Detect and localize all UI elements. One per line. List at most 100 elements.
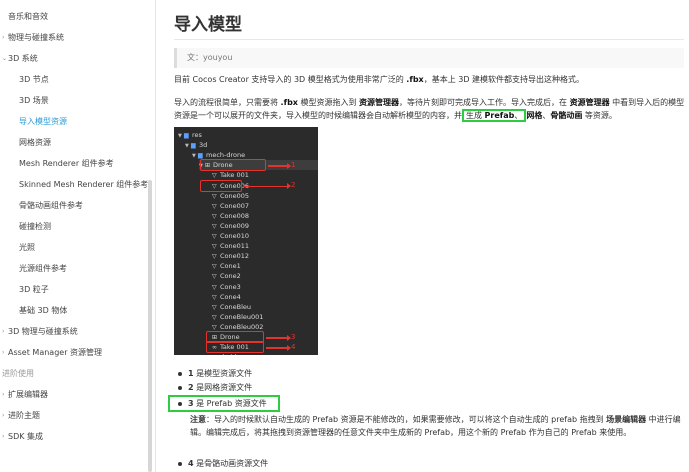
asset-tree-row: ▽ Cone010 (206, 231, 318, 241)
sidebar-item: 进阶使用 (0, 365, 150, 383)
sidebar: 音乐和音效 › 物理与碰撞系统 ⌄ 3D 系统 3D 节点 3D 场景导入模型资源网格资源 M… (0, 0, 156, 472)
asset-name: Cone4 (220, 292, 241, 301)
sidebar-item[interactable]: 光照 (0, 239, 150, 257)
sidebar-item-label: 3D 节点 (19, 75, 49, 84)
bullet-dot-icon (178, 385, 182, 390)
mesh-term: 网格 (526, 111, 543, 120)
callout-arrow-icon (244, 183, 291, 189)
sidebar-item[interactable]: 3D 场景 (0, 92, 150, 110)
sidebar-item[interactable]: Skinned Mesh Renderer 组件参考 (0, 176, 150, 194)
asset-tree-screenshot: ▼ ▆ res ▼ ▆ 3d ▼ ▆ mech-drone ▼ ⊞ Drone ▽ Take 001 ▽ Co… (174, 127, 318, 355)
sidebar-item-label: 物理与碰撞系统 (8, 33, 64, 42)
note-label: 注意 (190, 415, 206, 424)
asset-name: ConeBleu (220, 302, 252, 311)
fbx-format: .fbx (280, 98, 298, 107)
sidebar-item-label: SDK 集成 (8, 432, 44, 441)
sidebar-item-label: 碰撞检测 (19, 222, 51, 231)
sidebar-item[interactable]: › 进阶主题 (0, 407, 150, 425)
sidebar-item-label: Mesh Renderer 组件参考 (19, 159, 114, 168)
callout-box (206, 341, 264, 354)
sidebar-item[interactable]: › SDK 集成 (0, 428, 150, 446)
sidebar-item[interactable]: ⌄ 3D 系统 (0, 50, 150, 68)
sidebar-item[interactable]: 碰撞检测 (0, 218, 150, 236)
callout-arrow-icon (268, 163, 291, 168)
asset-name: Cone009 (220, 221, 250, 230)
sidebar-item-label: 网格资源 (19, 138, 51, 147)
sidebar-item-label: Skinned Mesh Renderer 组件参考 (19, 180, 149, 189)
flow-text-1: 导入的流程很简单，只需要将 (174, 98, 281, 107)
list-item: 4 是骨骼动画资源文件 (178, 457, 268, 470)
sidebar-item-label: 3D 场景 (19, 96, 49, 105)
asset-name: Cone005 (220, 191, 250, 200)
asset-name: Cone012 (220, 252, 250, 261)
sidebar-item[interactable]: › Asset Manager 资源管理 (0, 344, 150, 362)
asset-name: Cone008 (220, 211, 250, 220)
asset-name: Cone010 (220, 232, 250, 240)
sidebar-item-label: 3D 粒子 (19, 285, 49, 294)
asset-name: Cone2 (220, 272, 241, 281)
asset-tree-row: ▼ ▆ 3d (185, 140, 318, 150)
sidebar-item[interactable]: › 扩展编辑器 (0, 386, 150, 404)
prefab-highlight-box: 生成 Prefab、 (462, 109, 527, 122)
title-divider (174, 39, 684, 40)
sidebar-item[interactable]: 网格资源 (0, 134, 150, 152)
bullet-dot-icon (178, 461, 182, 466)
asset-tree-row: ▽ Cone1 (206, 261, 318, 271)
asset-tree-row: ▽ Cone4 (206, 292, 318, 302)
sidebar-scrollbar[interactable] (148, 180, 152, 472)
asset-name: res (192, 131, 202, 139)
asset-name: Cone011 (220, 242, 250, 251)
page-title: 导入模型 (174, 15, 242, 35)
sidebar-item[interactable]: 导入模型资源 (0, 113, 150, 131)
asset-manager-term: 资源管理器 (359, 98, 400, 107)
scene-editor-term: 场景编辑器 (606, 415, 647, 424)
asset-name: ConeBleu001 (220, 312, 264, 321)
asset-tree-row: ▽ Cone3 (206, 282, 318, 292)
asset-manager-term: 资源管理器 (569, 98, 610, 107)
asset-tree-row: ▽ Cone012 (206, 251, 318, 261)
list-item-text: 是骨骼动画资源文件 (193, 459, 269, 468)
asset-name: ConeBleu002 (220, 322, 264, 331)
mesh-icon: ▽ (212, 353, 220, 355)
main-content: 导入模型 文：youyou 目前 Cocos Creator 支持导入的 3D … (156, 0, 689, 472)
sidebar-item[interactable]: › 物理与碰撞系统 (0, 29, 150, 47)
list-item: 3 是 Prefab 资源文件 (178, 397, 267, 410)
asset-name: mech-drone (206, 151, 246, 160)
sidebar-item[interactable]: 3D 粒子 (0, 281, 150, 299)
fbx-format: .fbx (406, 75, 424, 84)
asset-name: Cone3 (220, 282, 241, 291)
list-item-text: 是 Prefab 资源文件 (193, 399, 267, 408)
list-item: 2 是网格资源文件 (178, 381, 252, 394)
callout-box (200, 159, 266, 172)
sidebar-item[interactable]: 3D 节点 (0, 71, 150, 89)
sidebar-item[interactable]: 音乐和音效 (0, 8, 150, 26)
callout-arrow-icon (266, 345, 291, 350)
asset-tree-row: ▽ Cone008 (206, 211, 318, 221)
generate-text: 生成 (466, 111, 485, 120)
sidebar-item[interactable]: 光源组件参考 (0, 260, 150, 278)
intro-paragraph: 目前 Cocos Creator 支持导入的 3D 模型格式为使用非常广泛的 .… (174, 73, 686, 86)
sidebar-item-label: 扩展编辑器 (8, 390, 48, 399)
asset-name: droid (220, 353, 237, 355)
sidebar-item[interactable]: 基础 3D 物体 (0, 302, 150, 320)
bullet-dot-icon (178, 371, 182, 376)
sidebar-item-label: 3D 系统 (8, 54, 38, 63)
asset-tree-row: ▽ Cone005 (206, 191, 318, 201)
asset-name: Cone007 (220, 201, 250, 210)
asset-tree-row: ▽ ConeBleu (206, 302, 318, 312)
callout-number: 1 (291, 160, 296, 169)
separator: 、 (514, 111, 523, 120)
intro-text: 目前 Cocos Creator 支持导入的 3D 模型格式为使用非常广泛的 (174, 75, 407, 84)
asset-tree-row: ▽ ConeBleu001 (206, 312, 318, 322)
sidebar-item[interactable]: 骨骼动画组件参考 (0, 197, 150, 215)
callout-arrow-icon (266, 335, 291, 340)
sidebar-item-label: 进阶主题 (8, 411, 40, 420)
sidebar-item[interactable]: › 3D 物理与碰撞系统 (0, 323, 150, 341)
sidebar-item-label: 骨骼动画组件参考 (19, 201, 83, 210)
callout-number: 2 (291, 181, 296, 189)
sidebar-item-label: 光源组件参考 (19, 264, 67, 273)
sidebar-item[interactable]: Mesh Renderer 组件参考 (0, 155, 150, 173)
list-item-text: 是模型资源文件 (193, 369, 253, 378)
asset-tree-row: ▽ Cone009 (206, 221, 318, 231)
asset-tree-row: ▽ Cone007 (206, 201, 318, 211)
